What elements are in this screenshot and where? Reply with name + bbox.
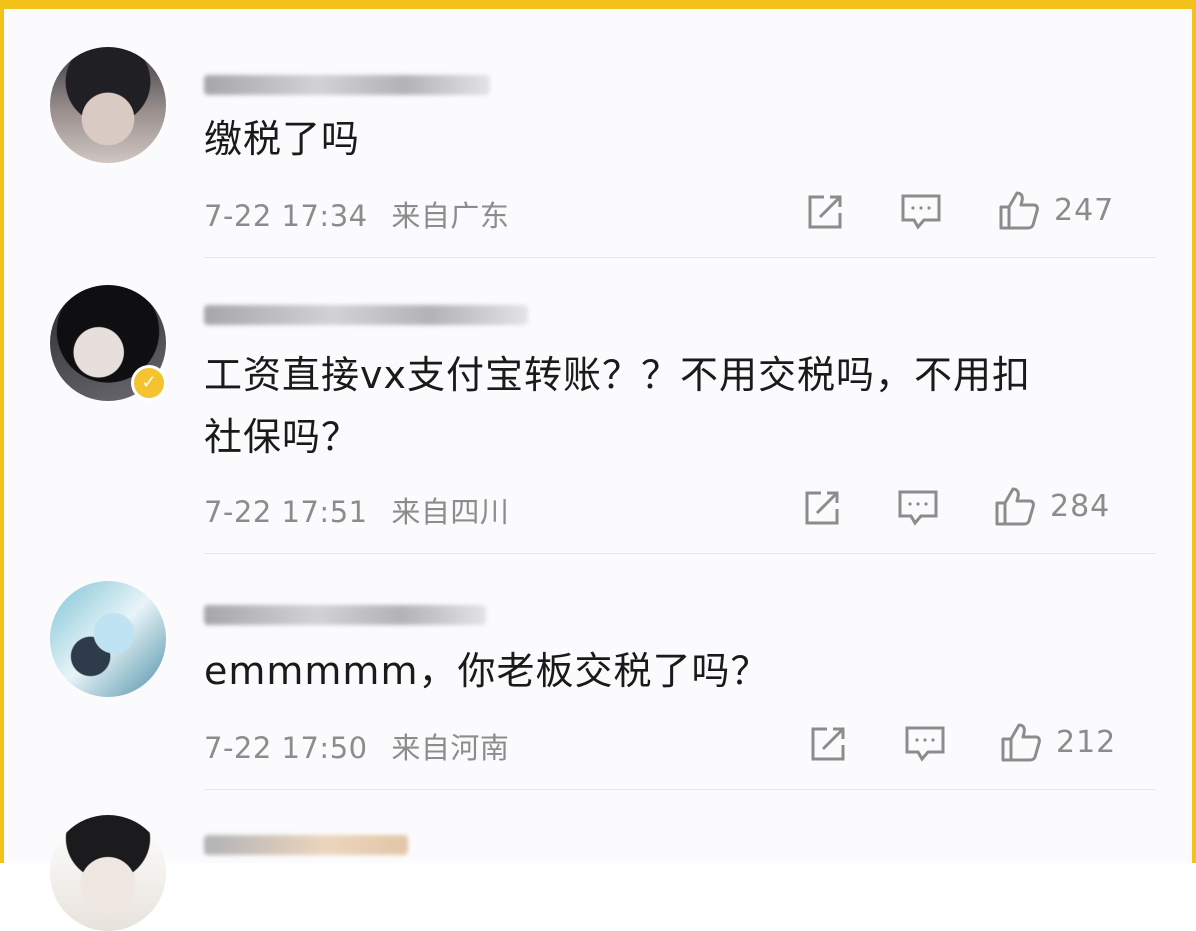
comment-location: 来自四川	[391, 495, 510, 529]
comment-date: 7-22 17:34	[204, 199, 368, 233]
username-blurred[interactable]	[204, 75, 490, 95]
like-button[interactable]: 212	[1000, 721, 1116, 763]
username-blurred[interactable]	[204, 305, 528, 325]
comment-location: 来自河南	[391, 731, 510, 765]
comment-date: 7-22 17:51	[204, 495, 368, 529]
verified-badge-icon: ✓	[131, 365, 167, 401]
username-blurred[interactable]	[204, 835, 408, 855]
comment-location: 来自广东	[391, 199, 510, 233]
like-count: 284	[1050, 488, 1111, 524]
comment-text: emmmmm，你老板交税了吗？	[204, 649, 770, 693]
thumbs-up-icon	[999, 191, 1039, 230]
avatar[interactable]	[50, 815, 166, 931]
thumbs-up-icon	[995, 487, 1035, 526]
share-button[interactable]	[807, 723, 849, 765]
divider	[204, 553, 1156, 554]
thumbs-up-icon	[1001, 723, 1041, 762]
share-icon	[808, 195, 842, 229]
share-icon	[805, 491, 839, 525]
comment-meta: 7-22 17:51 来自四川	[204, 489, 509, 531]
comment-icon	[905, 726, 945, 762]
username-blurred[interactable]	[204, 605, 486, 625]
like-button[interactable]: 247	[998, 189, 1114, 231]
divider	[204, 789, 1156, 790]
like-button[interactable]: 284	[994, 485, 1110, 527]
share-button[interactable]	[801, 487, 843, 529]
comment-icon	[901, 194, 941, 230]
reply-button[interactable]	[897, 488, 939, 528]
reply-button[interactable]	[904, 724, 946, 764]
comment-text-line-2: 社保吗？	[204, 415, 361, 459]
reply-button[interactable]	[900, 192, 942, 232]
comment-text-line-1: 工资直接vx支付宝转账？？不用交税吗，不用扣	[204, 353, 1031, 397]
like-count: 247	[1054, 192, 1115, 228]
share-icon	[811, 727, 845, 761]
divider	[204, 257, 1156, 258]
share-button[interactable]	[804, 191, 846, 233]
comment-icon	[898, 490, 938, 526]
avatar[interactable]	[50, 581, 166, 697]
comment-meta: 7-22 17:50 来自河南	[204, 725, 509, 767]
comment-meta: 7-22 17:34 来自广东	[204, 193, 509, 235]
avatar[interactable]	[50, 47, 166, 163]
comment-date: 7-22 17:50	[204, 731, 368, 765]
comment-text: 缴税了吗	[204, 117, 361, 161]
like-count: 212	[1056, 724, 1117, 760]
screenshot-frame: 缴税了吗 7-22 17:34 来自广东 247 ✓ 工资直接vx支付宝转账？？…	[0, 0, 1196, 931]
